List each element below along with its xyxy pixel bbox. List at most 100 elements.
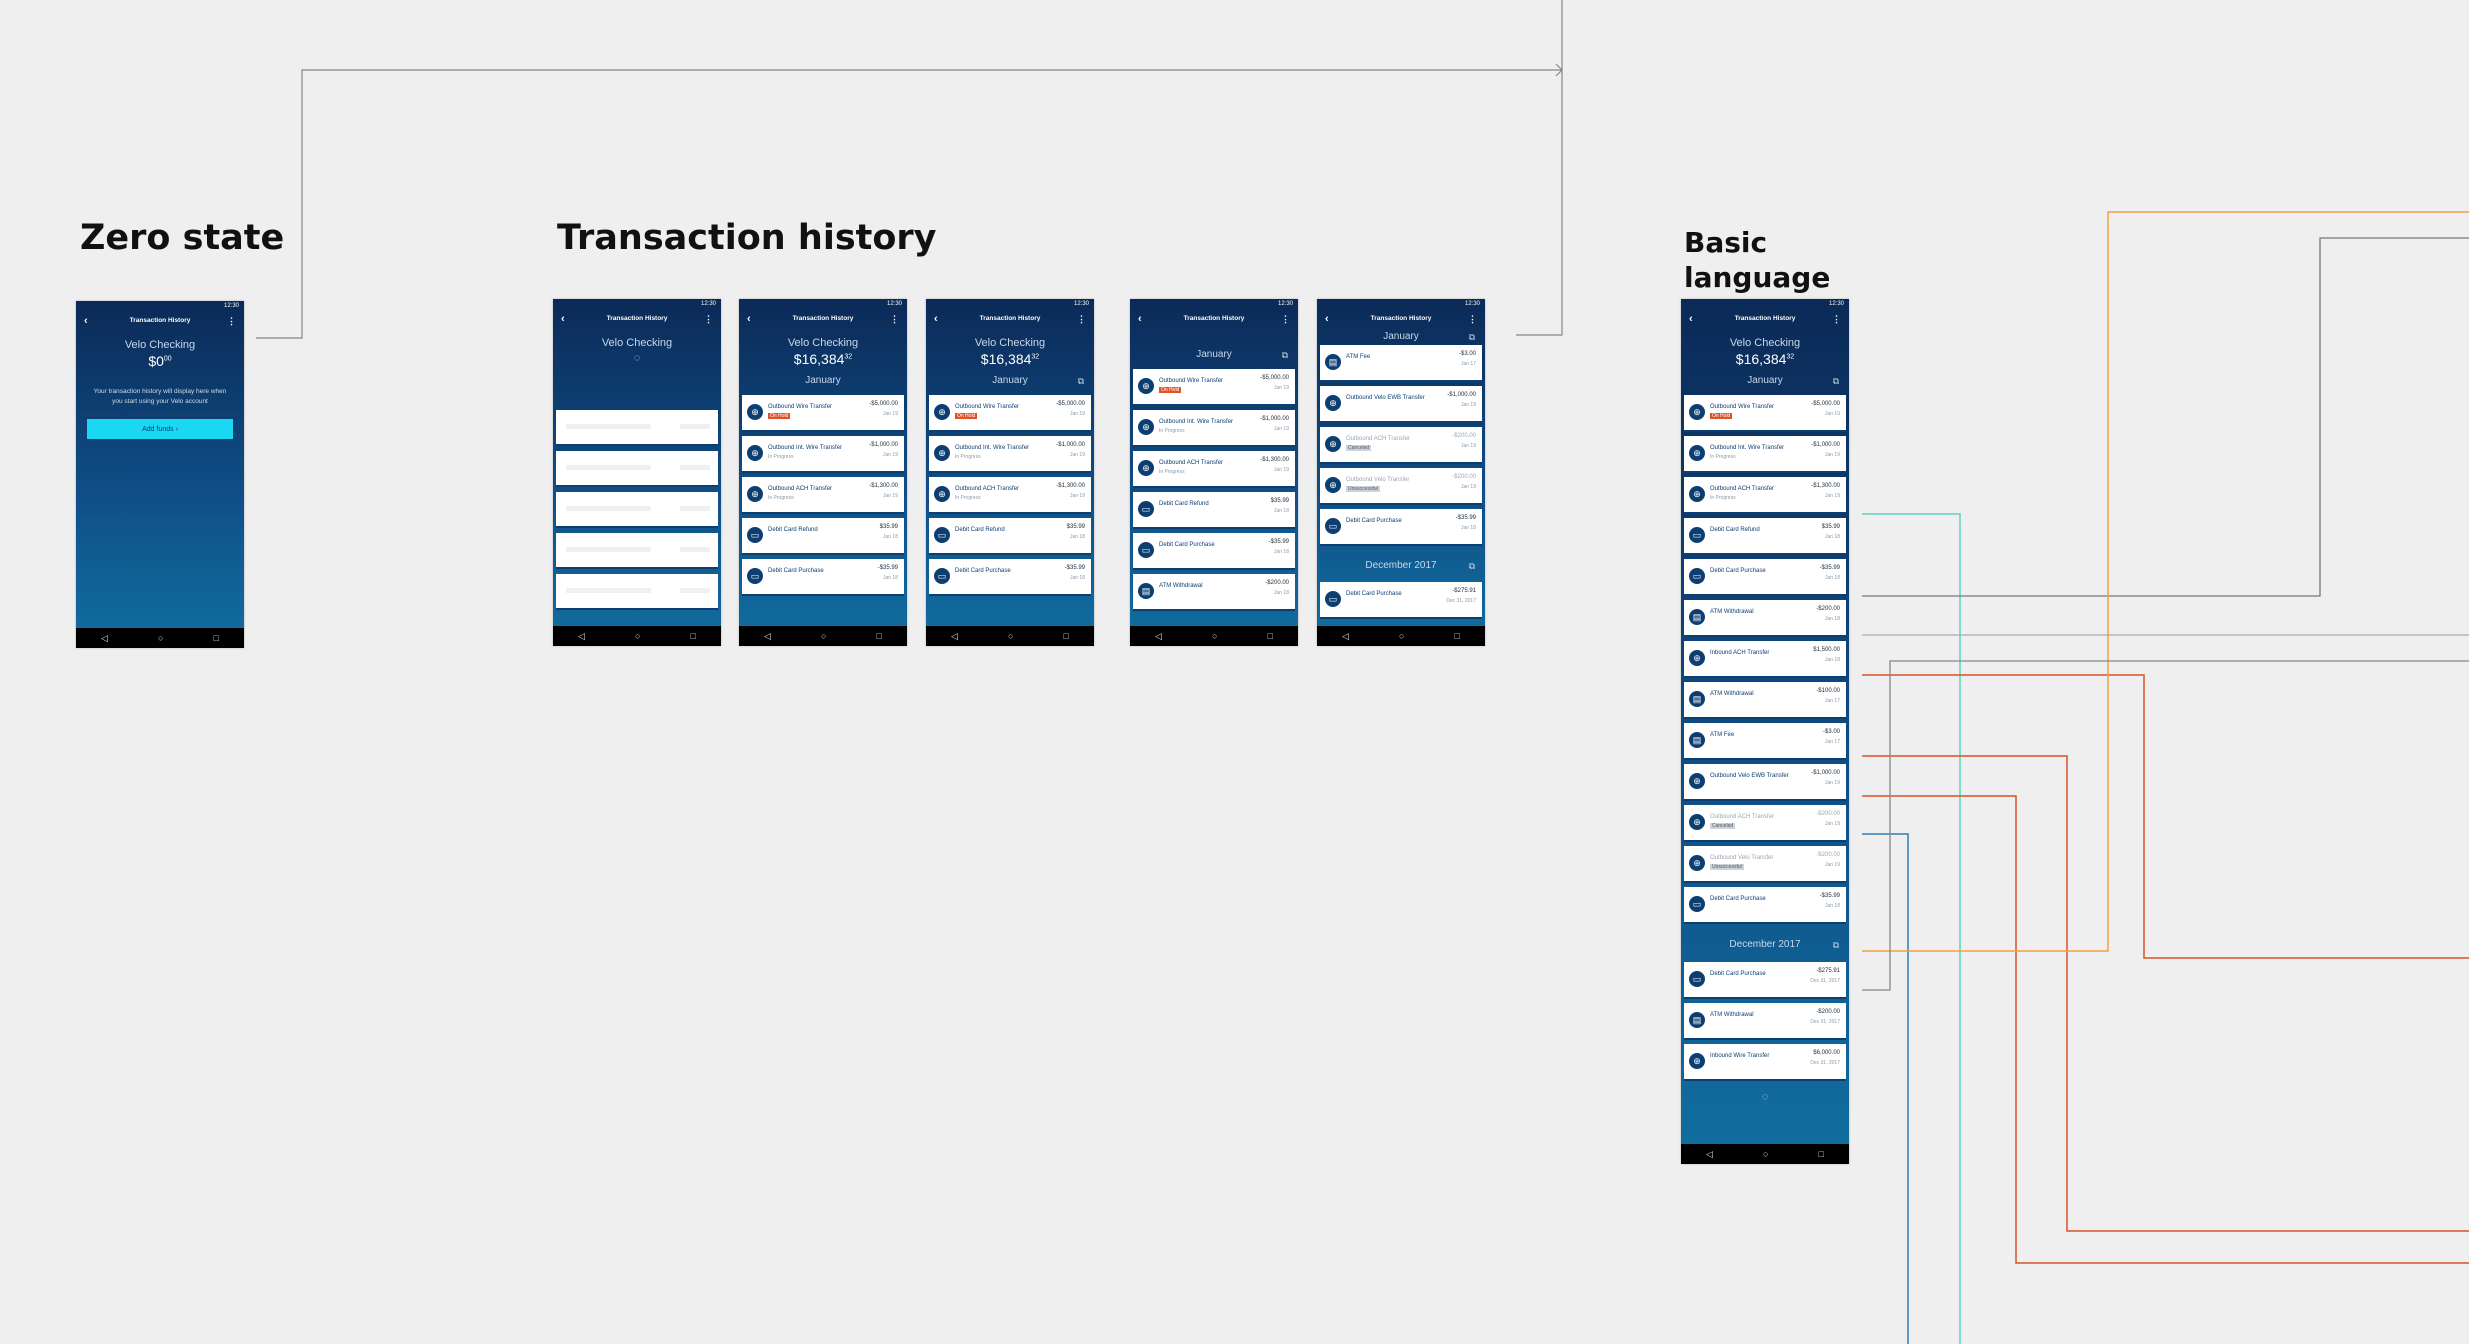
transaction-list: ⊕ Outbound Wire Transfer On Hold -$5,000.00… [1133, 369, 1295, 611]
phone-loading: 12:30 ‹ Transaction History ⋮ Velo Check… [553, 299, 721, 646]
nav-home-icon[interactable]: ○ [1008, 631, 1013, 641]
nav-back-icon[interactable]: ◁ [1155, 631, 1162, 642]
transaction-row[interactable]: ⊕ Outbound Int. Wire Transfer In Progress -… [742, 436, 904, 473]
transaction-row[interactable]: ▭ Debit Card Purchase -$35.99 Jan 18 [1320, 509, 1482, 546]
card-icon: ▭ [1325, 518, 1341, 534]
collapse-icon[interactable]: ⧉ [1469, 550, 1475, 582]
atm-icon: ▤ [1689, 691, 1705, 707]
skeleton-row [556, 410, 718, 446]
transaction-row[interactable]: ▭ Debit Card Purchase -$35.99 Jan 18 [1133, 533, 1295, 570]
transaction-row[interactable]: ⊕ Outbound Int. Wire Transfer In Progress -… [929, 436, 1091, 473]
transaction-row[interactable]: ▭ Debit Card Refund $35.99 Jan 18 [742, 518, 904, 555]
globe-icon: ⊕ [1689, 814, 1705, 830]
nav-home-icon[interactable]: ○ [635, 631, 640, 641]
transaction-list: ⊕ Outbound Wire Transfer On Hold -$5,000.00… [1684, 395, 1846, 924]
back-arrow-icon[interactable]: ‹ [84, 311, 88, 331]
nav-back-icon[interactable]: ◁ [1706, 1149, 1713, 1160]
nav-back-icon[interactable]: ◁ [764, 631, 771, 642]
nav-home-icon[interactable]: ○ [1763, 1149, 1768, 1159]
transaction-row[interactable]: ⊕ Outbound Wire Transfer On Hold -$5,000.00… [742, 395, 904, 432]
more-vert-icon[interactable]: ⋮ [890, 309, 899, 329]
more-vert-icon[interactable]: ⋮ [1281, 309, 1290, 329]
status-bar: 12:30 [1277, 301, 1293, 307]
globe-icon: ⊕ [747, 404, 763, 420]
status-bar: 12:30 [1073, 301, 1089, 307]
nav-home-icon[interactable]: ○ [821, 631, 826, 641]
transaction-row[interactable]: ▭ Debit Card Purchase -$35.99 Jan 18 [1684, 559, 1846, 596]
nav-back-icon[interactable]: ◁ [578, 631, 585, 642]
nav-back-icon[interactable]: ◁ [101, 633, 108, 644]
nav-recents-icon[interactable]: □ [214, 633, 219, 643]
collapse-icon[interactable]: ⧉ [1282, 341, 1288, 369]
screen-title: Transaction History [1183, 315, 1245, 322]
more-vert-icon[interactable]: ⋮ [704, 309, 713, 329]
transaction-row[interactable]: ⊕ Inbound Wire Transfer $6,000.00 Dec 31, 2… [1684, 1044, 1846, 1081]
transaction-row[interactable]: ▭ Debit Card Purchase -$275.91 Dec 31, 2017 [1320, 582, 1482, 619]
nav-home-icon[interactable]: ○ [1212, 631, 1217, 641]
transaction-row[interactable]: ⊕ Outbound Wire Transfer On Hold -$5,000.00… [929, 395, 1091, 432]
nav-recents-icon[interactable]: □ [1455, 631, 1460, 641]
transaction-row[interactable]: ▭ Debit Card Purchase -$35.99 Jan 18 [1684, 887, 1846, 924]
transaction-row[interactable]: ⊕ Outbound ACH Transfer In Progress -$1,300… [1133, 451, 1295, 488]
card-icon: ▭ [1138, 501, 1154, 517]
back-arrow-icon[interactable]: ‹ [747, 309, 751, 329]
transaction-row[interactable]: ⊕ Outbound ACH Transfer In Progress -$1,300… [1684, 477, 1846, 514]
transaction-row[interactable]: ▭ Debit Card Refund $35.99 Jan 18 [929, 518, 1091, 555]
transaction-row[interactable]: ▭ Debit Card Purchase -$275.91 Dec 31, 2017 [1684, 962, 1846, 999]
nav-recents-icon[interactable]: □ [1268, 631, 1273, 641]
transaction-row[interactable]: ▤ ATM Withdrawal -$200.00 Dec 31, 2017 [1684, 1003, 1846, 1040]
back-arrow-icon[interactable]: ‹ [934, 309, 938, 329]
transaction-row[interactable]: ▤ ATM Fee -$3.00 Jan 17 [1320, 345, 1482, 382]
nav-recents-icon[interactable]: □ [877, 631, 882, 641]
skeleton-list [556, 410, 718, 610]
transaction-row[interactable]: ▤ ATM Fee -$3.00 Jan 17 [1684, 723, 1846, 760]
atm-icon: ▤ [1689, 732, 1705, 748]
transaction-row[interactable]: ⊕ Outbound ACH Transfer Canceled -$200.00 Ja… [1684, 805, 1846, 842]
more-vert-icon[interactable]: ⋮ [1832, 309, 1841, 329]
back-arrow-icon[interactable]: ‹ [1138, 309, 1142, 329]
transaction-row[interactable]: ⊕ Outbound Velo EWB Transfer -$1,000.00 Jan… [1320, 386, 1482, 423]
add-funds-button[interactable]: Add funds › [87, 419, 233, 439]
transaction-row[interactable]: ⊕ Outbound Wire Transfer On Hold -$5,000.00… [1133, 369, 1295, 406]
transaction-row[interactable]: ⊕ Outbound Velo Transfer Unsuccessful -$200… [1684, 846, 1846, 883]
transaction-row[interactable]: ▭ Debit Card Refund $35.99 Jan 18 [1684, 518, 1846, 555]
nav-recents-icon[interactable]: □ [691, 631, 696, 641]
globe-icon: ⊕ [747, 486, 763, 502]
transaction-row[interactable]: ▤ ATM Withdrawal -$200.00 Jan 18 [1133, 574, 1295, 611]
nav-back-icon[interactable]: ◁ [951, 631, 958, 642]
collapse-icon[interactable]: ⧉ [1833, 367, 1839, 395]
collapse-icon[interactable]: ⧉ [1078, 367, 1084, 395]
transaction-row[interactable]: ⊕ Outbound Int. Wire Transfer In Progress -… [1684, 436, 1846, 473]
more-vert-icon[interactable]: ⋮ [1077, 309, 1086, 329]
transaction-row[interactable]: ⊕ Outbound ACH Transfer Canceled -$200.00 Ja… [1320, 427, 1482, 464]
back-arrow-icon[interactable]: ‹ [1689, 309, 1693, 329]
collapse-icon[interactable]: ⧉ [1469, 329, 1475, 345]
nav-home-icon[interactable]: ○ [158, 633, 163, 643]
transaction-row[interactable]: ⊕ Inbound ACH Transfer $1,500.00 Jan 18 [1684, 641, 1846, 678]
transaction-row[interactable]: ⊕ Outbound Int. Wire Transfer In Progress -… [1133, 410, 1295, 447]
collapse-icon[interactable]: ⧉ [1833, 928, 1839, 962]
globe-icon: ⊕ [1325, 395, 1341, 411]
transaction-row[interactable]: ⊕ Outbound Wire Transfer On Hold -$5,000.00… [1684, 395, 1846, 432]
back-arrow-icon[interactable]: ‹ [1325, 309, 1329, 329]
transaction-row[interactable]: ⊕ Outbound Velo Transfer Unsuccessful -$200… [1320, 468, 1482, 505]
more-vert-icon[interactable]: ⋮ [227, 311, 236, 331]
nav-recents-icon[interactable]: □ [1064, 631, 1069, 641]
transaction-row[interactable]: ⊕ Outbound Velo EWB Transfer -$1,000.00 Jan… [1684, 764, 1846, 801]
card-icon: ▭ [1689, 568, 1705, 584]
transaction-row[interactable]: ▭ Debit Card Purchase -$35.99 Jan 18 [929, 559, 1091, 596]
nav-recents-icon[interactable]: □ [1819, 1149, 1824, 1159]
transaction-row[interactable]: ▭ Debit Card Refund $35.99 Jan 18 [1133, 492, 1295, 529]
transaction-row[interactable]: ▤ ATM Withdrawal -$200.00 Jan 18 [1684, 600, 1846, 637]
phone-history-expand-icon: 12:30 ‹ Transaction History ⋮ Velo Check… [926, 299, 1094, 646]
loading-spinner-icon: ◌ [1761, 1091, 1769, 1103]
nav-home-icon[interactable]: ○ [1399, 631, 1404, 641]
transaction-row[interactable]: ▤ ATM Withdrawal -$100.00 Jan 17 [1684, 682, 1846, 719]
nav-back-icon[interactable]: ◁ [1342, 631, 1349, 642]
account-name: Velo Checking [1729, 337, 1801, 349]
more-vert-icon[interactable]: ⋮ [1468, 309, 1477, 329]
transaction-row[interactable]: ⊕ Outbound ACH Transfer In Progress -$1,300… [929, 477, 1091, 514]
transaction-row[interactable]: ▭ Debit Card Purchase -$35.99 Jan 18 [742, 559, 904, 596]
back-arrow-icon[interactable]: ‹ [561, 309, 565, 329]
transaction-row[interactable]: ⊕ Outbound ACH Transfer In Progress -$1,300… [742, 477, 904, 514]
